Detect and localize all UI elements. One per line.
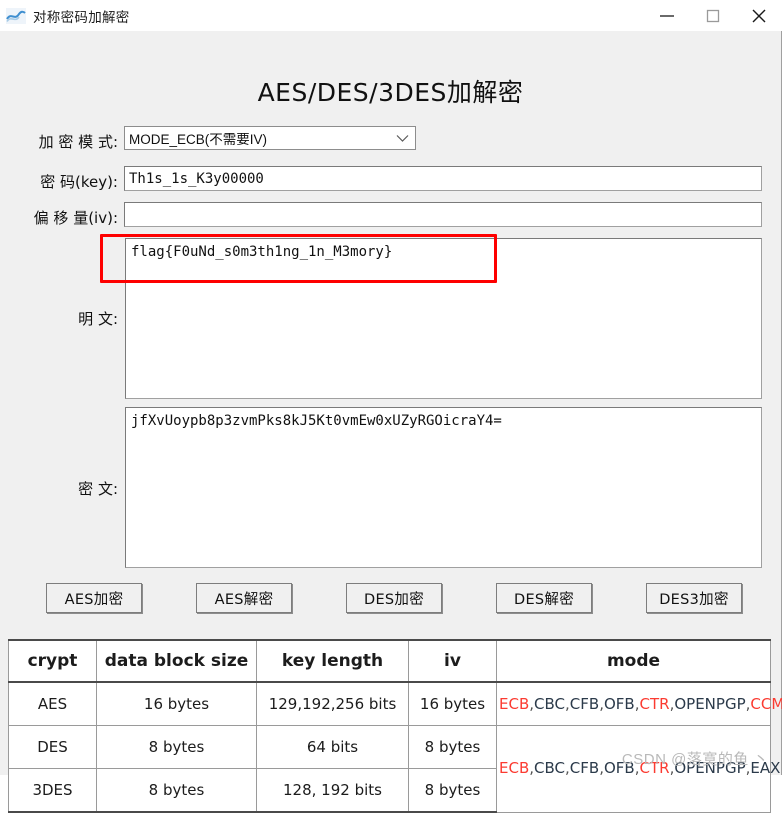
cell-key-des: 64 bits	[256, 725, 409, 769]
window-title: 对称密码加解密	[33, 9, 130, 25]
plaintext-label: 明 文:	[78, 310, 118, 328]
aes-decrypt-button[interactable]: AES解密	[196, 583, 292, 613]
cell-block-des: 8 bytes	[96, 725, 257, 769]
des-encrypt-button[interactable]: DES加密	[346, 583, 442, 613]
cipher-reference-table: crypt data block size key length iv mode…	[8, 639, 782, 813]
maximize-button[interactable]	[690, 0, 736, 31]
encryption-mode-select[interactable]: MODE_ECB(不需要IV)	[124, 126, 416, 150]
table-row: AES 16 bytes 129,192,256 bits 16 bytes E…	[8, 681, 782, 726]
application-window: 对称密码加解密 AES/DES/3DES加解密 加 密 模 式: MODE_EC…	[0, 0, 782, 813]
wave-icon	[6, 6, 26, 26]
cell-crypt-des: DES	[8, 725, 97, 769]
des-decrypt-button[interactable]: DES解密	[496, 583, 592, 613]
action-buttons: AES加密 AES解密 DES加密 DES解密 DES3加密 DES3解密	[46, 583, 782, 613]
minimize-button[interactable]	[644, 0, 690, 31]
encryption-mode-value: MODE_ECB(不需要IV)	[129, 132, 268, 147]
header-crypt: crypt	[8, 639, 97, 683]
mode-label: 加 密 模 式:	[38, 133, 118, 151]
des3-encrypt-button[interactable]: DES3加密	[646, 583, 742, 613]
header-block-size: data block size	[96, 639, 257, 683]
key-label: 密 码(key):	[40, 173, 118, 191]
page-title: AES/DES/3DES加解密	[257, 78, 524, 107]
header-mode: mode	[496, 639, 771, 683]
header-iv: iv	[408, 639, 497, 683]
cell-iv-3des: 8 bytes	[408, 768, 497, 813]
cell-iv-des: 8 bytes	[408, 725, 497, 769]
table-header-row: crypt data block size key length iv mode	[8, 639, 771, 683]
title-bar: 对称密码加解密	[0, 0, 782, 31]
close-button[interactable]	[736, 0, 782, 31]
cell-mode-aes: ECB,CBC,CFB,OFB,CTR,OPENPGP,CCM,EAX,GCM,…	[496, 681, 782, 726]
cell-key-3des: 128, 192 bits	[256, 768, 409, 813]
aes-encrypt-button[interactable]: AES加密	[46, 583, 142, 613]
key-input[interactable]: Th1s_1s_K3y00000	[124, 166, 762, 191]
cell-crypt-aes: AES	[8, 681, 97, 726]
cell-block-3des: 8 bytes	[96, 768, 257, 813]
iv-label: 偏 移 量(iv):	[33, 209, 118, 227]
cell-crypt-3des: 3DES	[8, 768, 97, 813]
chevron-down-icon	[389, 134, 415, 143]
cell-iv-aes: 16 bytes	[408, 681, 497, 726]
cell-block-aes: 16 bytes	[96, 681, 257, 726]
client-area: AES/DES/3DES加解密 加 密 模 式: MODE_ECB(不需要IV)…	[0, 31, 782, 813]
iv-input[interactable]	[124, 202, 762, 227]
cell-key-aes: 129,192,256 bits	[256, 681, 409, 726]
plaintext-textarea[interactable]: flag{F0uNd_s0m3th1ng_1n_M3mory}	[125, 238, 762, 399]
ciphertext-textarea[interactable]: jfXvUoypb8p3zvmPks8kJ5Kt0vmEw0xUZyRGOicr…	[125, 407, 762, 568]
ciphertext-label: 密 文:	[78, 480, 118, 498]
watermark: CSDN @落寞的鱼 丶	[621, 751, 769, 768]
window-controls	[644, 0, 782, 31]
header-key-length: key length	[256, 639, 409, 683]
